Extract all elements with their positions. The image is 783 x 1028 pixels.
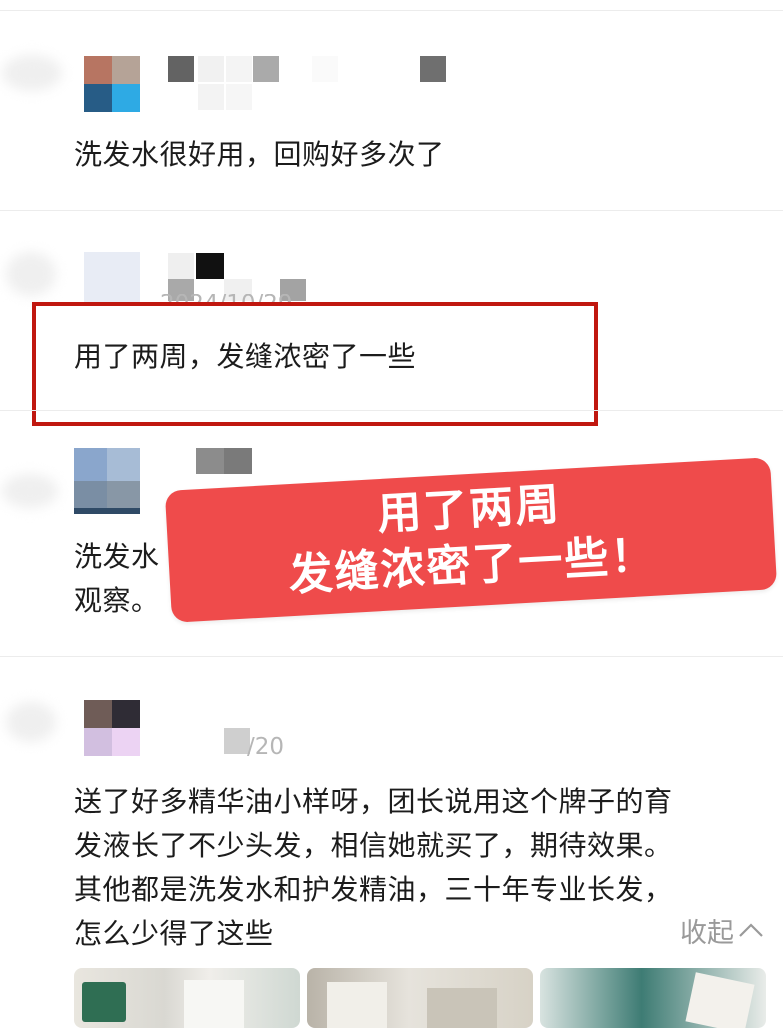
avatar[interactable] bbox=[84, 700, 140, 756]
collapse-label: 收起 bbox=[680, 918, 734, 949]
divider bbox=[0, 10, 783, 11]
comment-text: 其他都是洗发水和护发精油，三十年专业长发， bbox=[74, 873, 673, 906]
chevron-up-icon bbox=[738, 915, 764, 946]
comment-text: 怎么少得了这些 bbox=[74, 917, 274, 950]
user-badge-blurred bbox=[2, 55, 62, 91]
collapse-button[interactable]: 收起 bbox=[680, 911, 764, 950]
comment-photo[interactable] bbox=[74, 968, 300, 1028]
comment-text: 送了好多精华油小样呀，团长说用这个牌子的育 bbox=[74, 785, 673, 818]
highlight-box bbox=[32, 302, 598, 426]
divider bbox=[0, 410, 783, 411]
user-badge-blurred bbox=[6, 702, 56, 742]
comment-date: /20 bbox=[247, 734, 285, 760]
divider bbox=[0, 656, 783, 657]
user-badge-blurred bbox=[6, 252, 56, 296]
comment-text: 洗发水 bbox=[74, 540, 160, 573]
divider bbox=[0, 210, 783, 211]
comment-photo[interactable] bbox=[540, 968, 766, 1028]
comment-photo[interactable] bbox=[307, 968, 533, 1028]
avatar[interactable] bbox=[84, 252, 140, 302]
avatar[interactable] bbox=[84, 56, 140, 112]
comment-text: 观察。 bbox=[74, 584, 160, 617]
comment-text: 洗发水很好用，回购好多次了 bbox=[74, 138, 445, 171]
comment-text: 发液长了不少头发，相信她就买了，期待效果。 bbox=[74, 829, 673, 862]
callout-banner: 用了两周 发缝浓密了一些！ bbox=[164, 457, 778, 623]
user-badge-blurred bbox=[2, 474, 58, 508]
avatar[interactable] bbox=[74, 448, 140, 514]
